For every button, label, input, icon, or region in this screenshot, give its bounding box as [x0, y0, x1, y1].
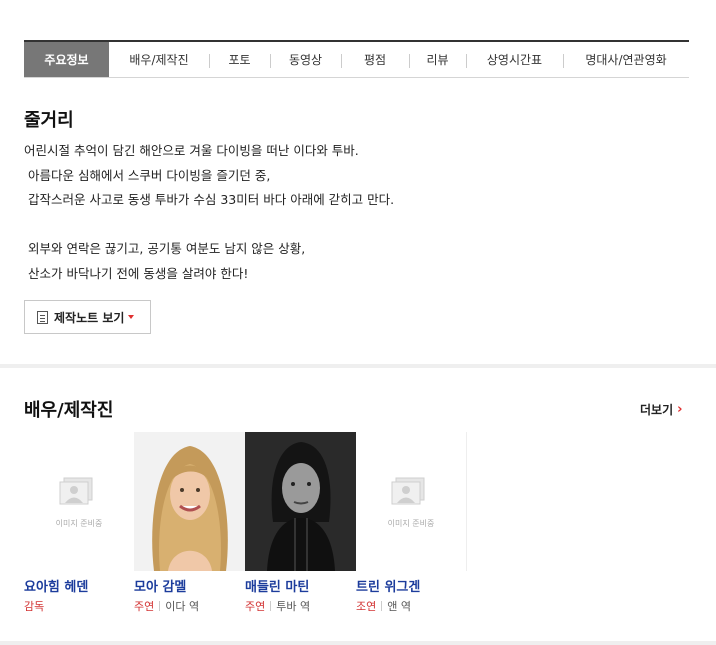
cast-name[interactable]: 모아 감멜 [134, 576, 186, 595]
role-type: 주연 [134, 600, 155, 613]
image-placeholder-icon [59, 477, 93, 505]
synopsis-line: 아름다운 심해에서 스쿠버 다이빙을 즐기던 중, [24, 167, 271, 183]
image-placeholder-text: 이미지 준비중 [55, 519, 103, 528]
cast-photo-placeholder[interactable]: 이미지 준비중 [24, 432, 135, 571]
caret-down-icon [128, 315, 135, 319]
role-separator [159, 601, 161, 611]
tab-quotes-related[interactable]: 명대사/연관영화 [563, 42, 689, 77]
cast-section-title: 배우/제작진 [24, 400, 114, 421]
synopsis-line [24, 213, 394, 238]
document-icon [37, 310, 48, 324]
synopsis-line: 어린시절 추억이 담긴 해안으로 겨울 다이빙을 떠난 이다와 투바. [24, 143, 359, 158]
synopsis-line: 갑작스러운 사고로 동생 투바가 수심 33미터 바다 아래에 갇히고 만다. [24, 192, 395, 208]
cast-role: 주연 이다 역 [134, 598, 199, 614]
cast-name[interactable]: 트린 위그겐 [356, 576, 420, 595]
cast-name[interactable]: 매들린 마틴 [245, 576, 309, 595]
role-separator [381, 601, 383, 611]
chevron-right-icon: › [677, 402, 683, 417]
tab-rating[interactable]: 평점 [341, 42, 409, 77]
tab-bar: 주요정보 배우/제작진 포토 동영상 평점 리뷰 상영시간표 명대사/연관영화 [24, 40, 689, 78]
section-divider [0, 641, 716, 645]
production-note-label: 제작노트 보기 [54, 310, 125, 325]
section-divider [0, 364, 716, 368]
tab-showtimes[interactable]: 상영시간표 [466, 42, 563, 77]
role-type: 조연 [356, 600, 377, 613]
production-note-button[interactable]: 제작노트 보기 [24, 300, 151, 334]
image-placeholder-icon [391, 477, 425, 505]
synopsis-text: 어린시절 추억이 담긴 해안으로 겨울 다이빙을 떠난 이다와 투바. 아름다운… [24, 139, 394, 287]
actor-photo-dark [245, 432, 356, 571]
tab-video[interactable]: 동영상 [270, 42, 341, 77]
synopsis-line: 외부와 연락은 끊기고, 공기통 여분도 남지 않은 상황, [24, 241, 306, 257]
tab-photo[interactable]: 포토 [209, 42, 270, 77]
character-name: 이다 역 [165, 600, 200, 613]
actor-photo-blonde [134, 432, 245, 571]
cast-role: 감독 [24, 598, 44, 614]
role-type: 감독 [24, 600, 45, 613]
synopsis-title: 줄거리 [24, 110, 74, 131]
role-separator [270, 601, 272, 611]
cast-photo[interactable] [245, 432, 356, 571]
character-name: 앤 역 [387, 600, 411, 613]
cast-name[interactable]: 요아힘 헤덴 [24, 576, 88, 595]
tab-review[interactable]: 리뷰 [409, 42, 466, 77]
cast-role: 주연 투바 역 [245, 598, 310, 614]
more-label: 더보기 [640, 403, 674, 417]
more-link[interactable]: 더보기 › [640, 401, 682, 418]
cast-photo-placeholder[interactable]: 이미지 준비중 [356, 432, 467, 571]
synopsis-line: 산소가 바닥나기 전에 동생을 살려야 한다! [24, 265, 249, 281]
tab-cast-crew[interactable]: 배우/제작진 [109, 42, 209, 77]
character-name: 투바 역 [276, 600, 311, 613]
cast-role: 조연 앤 역 [356, 598, 411, 614]
image-placeholder-text: 이미지 준비중 [387, 519, 435, 528]
tab-main-info[interactable]: 주요정보 [24, 42, 109, 77]
cast-photo[interactable] [134, 432, 245, 571]
role-type: 주연 [245, 600, 266, 613]
